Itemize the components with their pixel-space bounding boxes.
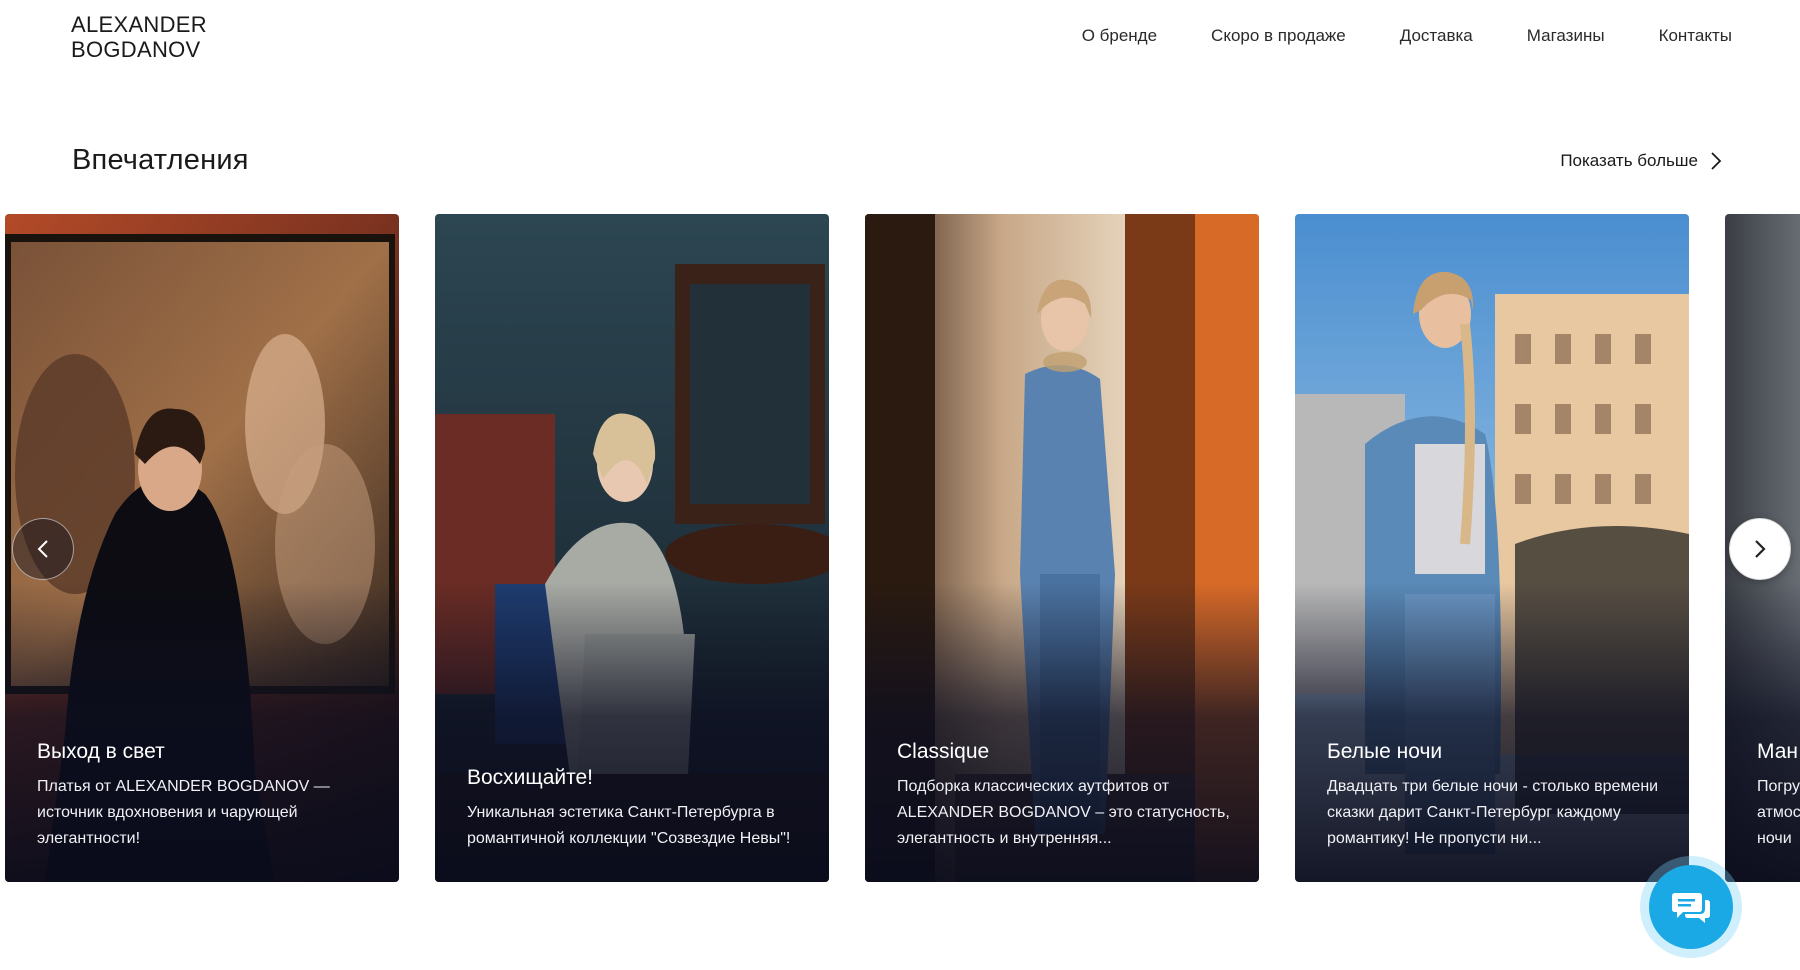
nav-item-delivery[interactable]: Доставка	[1400, 26, 1473, 46]
card-text: Ман Погру атмос ночи	[1757, 740, 1800, 852]
show-more-label: Показать больше	[1560, 151, 1698, 170]
card-text: Белые ночи Двадцать три белые ночи - сто…	[1327, 740, 1665, 852]
brand-logo[interactable]: ALEXANDER BOGDANOV	[71, 12, 207, 62]
site-header: ALEXANDER BOGDANOV О бренде Скоро в прод…	[0, 0, 1800, 90]
story-card[interactable]: Восхищайте! Уникальная эстетика Санкт-Пе…	[435, 214, 829, 882]
carousel-next-button[interactable]	[1729, 518, 1791, 580]
card-description: Погру атмос ночи	[1757, 778, 1800, 847]
nav-item-contacts[interactable]: Контакты	[1659, 26, 1732, 46]
chevron-right-icon	[1711, 152, 1722, 170]
card-text: Classique Подборка классических аутфитов…	[897, 740, 1235, 852]
card-title: Восхищайте!	[467, 766, 593, 789]
card-title: Выход в свет	[37, 740, 165, 763]
story-card[interactable]: Classique Подборка классических аутфитов…	[865, 214, 1259, 882]
card-description: Подборка классических аутфитов от ALEXAN…	[897, 778, 1230, 847]
impressions-carousel: Выход в свет Платья от ALEXANDER BOGDANO…	[0, 214, 1800, 884]
card-text: Выход в свет Платья от ALEXANDER BOGDANO…	[37, 740, 375, 852]
chevron-left-icon	[37, 540, 48, 558]
card-title: Белые ночи	[1327, 740, 1443, 763]
logo-line-1: ALEXANDER	[71, 12, 207, 37]
chat-widget-inner	[1649, 865, 1733, 949]
show-more-link[interactable]: Показать больше	[1560, 151, 1722, 171]
nav-item-stores[interactable]: Магазины	[1527, 26, 1605, 46]
carousel-prev-button[interactable]	[12, 518, 74, 580]
chat-bubbles-icon	[1672, 893, 1710, 923]
chat-widget-button[interactable]	[1640, 856, 1742, 958]
card-title: Classique	[897, 740, 990, 763]
card-description: Уникальная эстетика Санкт-Петербурга в р…	[467, 804, 791, 847]
section-title: Впечатления	[72, 144, 249, 176]
card-description: Платья от ALEXANDER BOGDANOV — источник …	[37, 778, 330, 847]
nav-item-about[interactable]: О бренде	[1082, 26, 1157, 46]
card-title: Ман	[1757, 740, 1799, 763]
chevron-right-icon	[1755, 540, 1766, 558]
nav-item-coming-soon[interactable]: Скоро в продаже	[1211, 26, 1346, 46]
story-card[interactable]: Белые ночи Двадцать три белые ночи - сто…	[1295, 214, 1689, 882]
logo-line-2: BOGDANOV	[71, 37, 201, 62]
main-nav: О бренде Скоро в продаже Доставка Магази…	[1028, 26, 1732, 46]
card-text: Восхищайте! Уникальная эстетика Санкт-Пе…	[467, 766, 805, 852]
card-description: Двадцать три белые ночи - столько времен…	[1327, 778, 1659, 847]
